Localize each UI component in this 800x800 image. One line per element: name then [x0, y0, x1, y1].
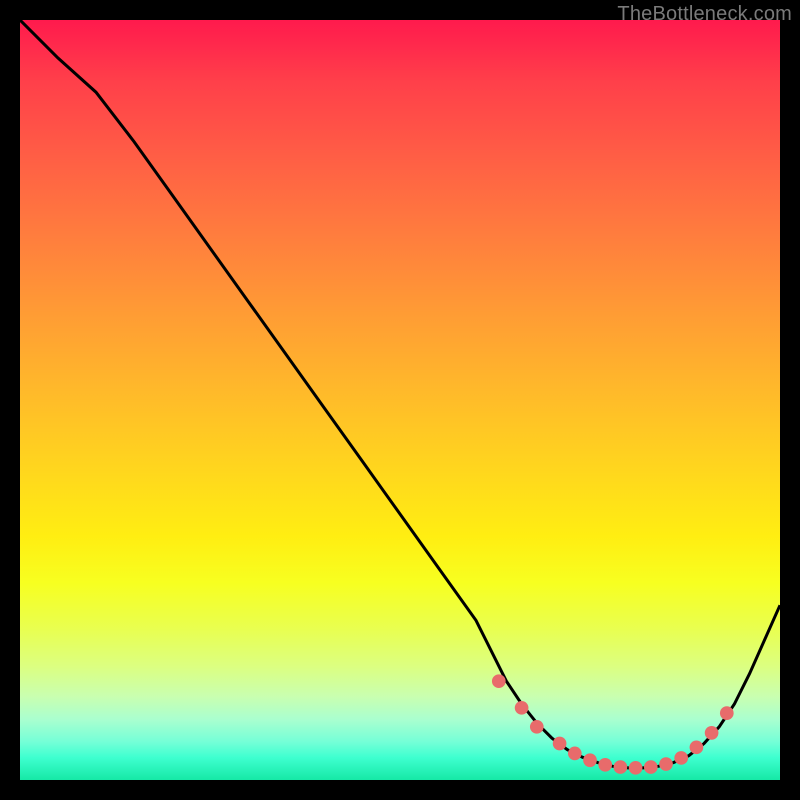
watermark-label: TheBottleneck.com [617, 3, 792, 26]
plot-area [20, 20, 780, 780]
curve-layer [20, 20, 780, 780]
highlight-markers [492, 674, 734, 774]
chart-frame: TheBottleneck.com [0, 0, 800, 800]
bottleneck-curve [20, 20, 780, 768]
